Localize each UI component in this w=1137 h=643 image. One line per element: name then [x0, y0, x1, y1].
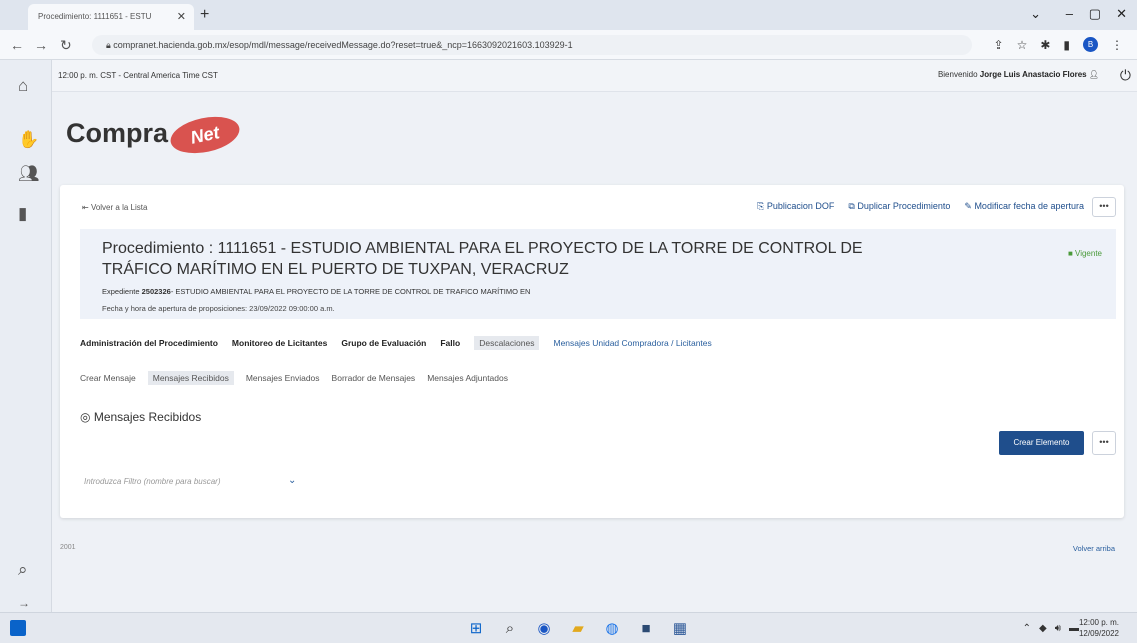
chat-icon[interactable]: ◉ [534, 619, 554, 639]
browser-tab-bar: Procedimiento: 1111651 - ESTU ✕ + ⌄ – ▢ … [0, 0, 1137, 30]
modify-date-label: Modificar fecha de apertura [974, 201, 1084, 211]
main-tabs: Administración del Procedimiento Monitor… [80, 336, 712, 350]
url-input[interactable]: 🔒︎ compranet.hacienda.gob.mx/esop/mdl/me… [92, 35, 972, 55]
publication-dof-button[interactable]: ⎘ Publicacion DOF [757, 201, 834, 212]
clock-time: 12:00 p. m. [1078, 618, 1119, 627]
volume-icon[interactable]: 🔊︎ [1055, 623, 1061, 634]
welcome-text: Bienvenido Jorge Luis Anastacio Flores 👤… [938, 70, 1099, 79]
tab-descalaciones[interactable]: Descalaciones [474, 336, 540, 350]
chevron-down-icon[interactable]: ⌄ [288, 475, 296, 486]
procedure-summary: Procedimiento : 1111651 - ESTUDIO AMBIEN… [80, 229, 1116, 319]
taskbar-apps: ⊞ ⌕ ◉ ▰ ◍ ■ ▦ [466, 619, 690, 639]
subtab-borrador[interactable]: Borrador de Mensajes [332, 373, 416, 385]
procedure-actions: ⎘ Publicacion DOF ⧉ Duplicar Procedimien… [757, 201, 1084, 212]
expand-arrow-icon[interactable]: → [18, 596, 30, 610]
bookmark-star-icon[interactable]: ☆ [1017, 38, 1028, 52]
close-tab-icon[interactable]: ✕ [177, 10, 186, 23]
tab-mensajes[interactable]: Mensajes Unidad Compradora / Licitantes [553, 338, 711, 350]
user-name: Jorge Luis Anastacio Flores [979, 70, 1087, 79]
search-icon[interactable]: ⌕ [18, 560, 28, 580]
subtab-adjuntados[interactable]: Mensajes Adjuntados [427, 373, 508, 385]
taskbar-clock[interactable]: 12:00 p. m. 12/09/2022 [1079, 617, 1119, 639]
users-icon[interactable]: 👥︎ [18, 164, 40, 184]
new-tab-icon[interactable]: + [200, 6, 209, 24]
tab-fallo[interactable]: Fallo [440, 338, 460, 350]
section-title-text: Mensajes Recibidos [93, 410, 202, 424]
create-element-button[interactable]: Crear Elemento [999, 431, 1084, 455]
word-icon[interactable]: ▦ [670, 619, 690, 639]
info-bar: 12:00 p. m. CST - Central America Time C… [52, 60, 1137, 92]
search-icon[interactable]: ⌕ [500, 619, 520, 639]
browser-toolbar-icons: ⇪ ☆ ✱ ▮ B ⋮ [994, 37, 1123, 52]
procedure-card: ⇤ Volver a la Lista ⎘ Publicacion DOF ⧉ … [60, 185, 1124, 518]
duplicate-label: Duplicar Procedimiento [857, 201, 951, 211]
minimize-icon[interactable]: – [1066, 6, 1073, 21]
clock-date: 12/09/2022 [1078, 629, 1119, 638]
maximize-icon[interactable]: ▢ [1089, 6, 1101, 22]
user-icon[interactable]: 👤︎ [1089, 70, 1099, 79]
tab-search-icon[interactable]: ⌄ [1030, 6, 1041, 22]
subtab-mensajes-enviados[interactable]: Mensajes Enviados [246, 373, 320, 385]
opening-date: Fecha y hora de apertura de proposicione… [102, 304, 335, 313]
close-window-icon[interactable]: ✕ [1116, 6, 1127, 22]
sidebar-icon[interactable]: ▮ [1063, 38, 1070, 52]
url-text: compranet.hacienda.gob.mx/esop/mdl/messa… [113, 40, 573, 50]
compranet-logo: Compra Net [66, 111, 243, 159]
status-label: Vigente [1075, 249, 1102, 258]
share-icon[interactable]: ⇪ [994, 38, 1004, 52]
app-icon[interactable]: ■ [636, 619, 656, 639]
footer-left: 2001 [60, 544, 76, 551]
publication-dof-label: Publicacion DOF [766, 201, 835, 211]
filter-input[interactable]: Introduzca Filtro (nombre para buscar) [84, 477, 304, 493]
reload-icon[interactable]: ↻ [60, 37, 72, 54]
list-more-button[interactable]: ••• [1092, 431, 1116, 455]
expediente-label: Expediente [102, 287, 140, 296]
windows-start-icon[interactable]: ⊞ [466, 619, 486, 639]
sub-tabs: Crear Mensaje Mensajes Recibidos Mensaje… [80, 371, 508, 385]
back-to-top-link[interactable]: Volver arriba [1073, 544, 1115, 553]
widgets-icon[interactable] [10, 620, 26, 636]
expediente-description: - ESTUDIO AMBIENTAL PARA EL PROYECTO DE … [170, 287, 531, 296]
tab-monitoreo[interactable]: Monitoreo de Licitantes [232, 338, 327, 350]
address-bar: ← → ↻ 🔒︎ compranet.hacienda.gob.mx/esop/… [0, 30, 1137, 60]
menu-icon[interactable]: ⋮ [1111, 38, 1123, 52]
expediente-number[interactable]: 2502326 [142, 287, 171, 296]
chrome-icon[interactable]: ◍ [602, 619, 622, 639]
tab-title: Procedimiento: 1111651 - ESTU [38, 12, 152, 21]
messages-icon: ◎ [80, 410, 91, 424]
file-explorer-icon[interactable]: ▰ [568, 619, 588, 639]
battery-icon[interactable]: ▬ [1069, 623, 1079, 634]
expediente-line: Expediente 2502326- ESTUDIO AMBIENTAL PA… [102, 287, 530, 296]
back-label: Volver a la Lista [90, 203, 148, 212]
extensions-icon[interactable]: ✱ [1040, 38, 1050, 52]
chevron-up-icon[interactable]: ⌃ [1023, 623, 1031, 634]
logout-icon[interactable]: ⏻ [1120, 67, 1131, 84]
back-to-list-link[interactable]: ⇤ Volver a la Lista [82, 203, 147, 212]
wifi-icon[interactable]: ◆ [1039, 623, 1047, 634]
logo-badge: Net [167, 111, 243, 159]
forward-icon[interactable]: → [34, 37, 48, 53]
subtab-crear-mensaje[interactable]: Crear Mensaje [80, 373, 136, 385]
profile-avatar[interactable]: B [1083, 37, 1098, 52]
browser-tab[interactable]: Procedimiento: 1111651 - ESTU ✕ [28, 4, 194, 30]
subtab-mensajes-recibidos[interactable]: Mensajes Recibidos [147, 371, 234, 385]
procedure-title: Procedimiento : 1111651 - ESTUDIO AMBIEN… [102, 240, 863, 278]
home-icon[interactable]: ⌂ [18, 76, 28, 96]
section-title: ◎ Mensajes Recibidos [80, 410, 201, 424]
more-actions-button[interactable]: ••• [1092, 197, 1116, 217]
documents-icon[interactable]: ▮ [18, 204, 27, 224]
logo-text: Compra [66, 118, 169, 149]
back-icon[interactable]: ← [10, 37, 24, 53]
modify-date-button[interactable]: ✎ Modificar fecha de apertura [964, 201, 1084, 212]
left-nav-rail: ⌂ ✋ 👥︎ ▮ ⌕ → [0, 60, 52, 612]
tab-administracion[interactable]: Administración del Procedimiento [80, 338, 218, 350]
procedures-icon[interactable]: ✋ [18, 130, 39, 150]
tab-grupo-evaluacion[interactable]: Grupo de Evaluación [341, 338, 426, 350]
windows-taskbar: ⊞ ⌕ ◉ ▰ ◍ ■ ▦ ⌃ ◆ 🔊︎ ▬ 12:00 p. m. 12/09… [0, 612, 1137, 643]
time-zone-text: 12:00 p. m. CST - Central America Time C… [58, 71, 218, 80]
welcome-prefix: Bienvenido [937, 70, 978, 79]
system-tray: ⌃ ◆ 🔊︎ ▬ [1023, 623, 1079, 634]
duplicate-procedure-button[interactable]: ⧉ Duplicar Procedimiento [848, 201, 950, 212]
status-badge: ■ Vigente [1067, 249, 1102, 258]
